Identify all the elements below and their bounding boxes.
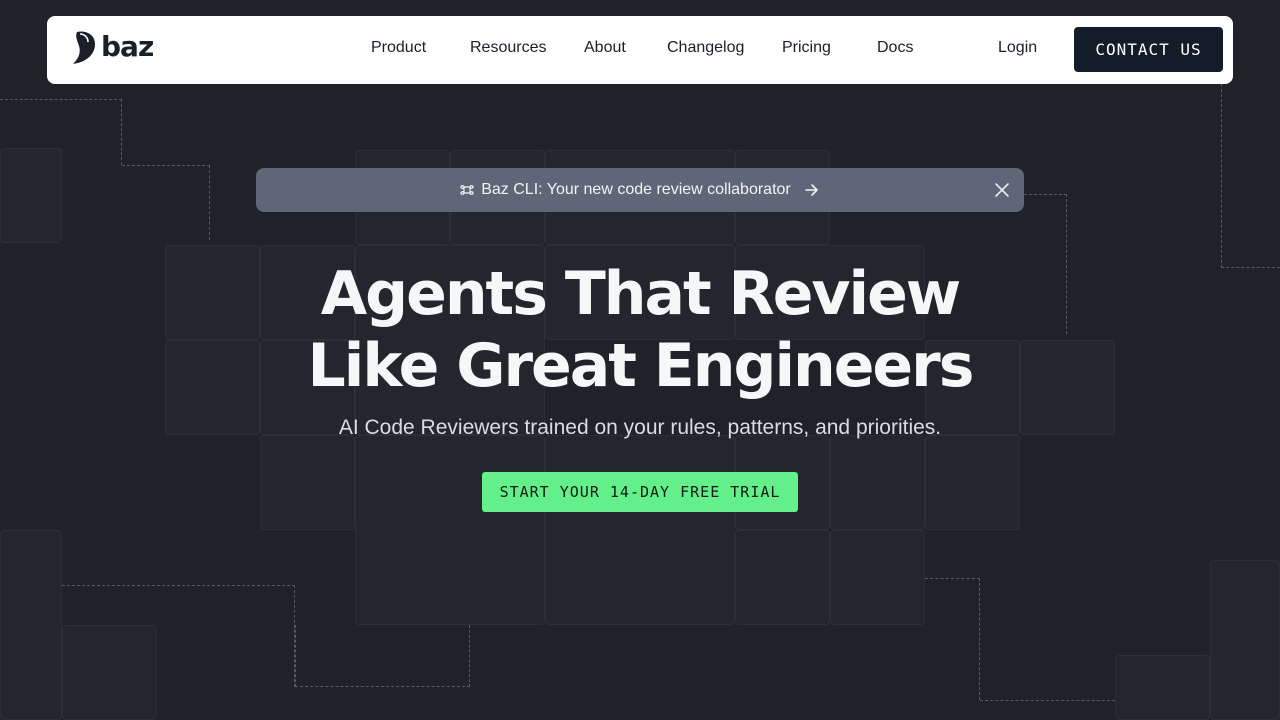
- logo-text: baz: [101, 30, 154, 63]
- nav-resources[interactable]: Resources: [470, 39, 546, 57]
- bg-dashed-line: [295, 625, 470, 687]
- arrow-right-icon: [804, 184, 818, 196]
- announcement-banner: Baz CLI: Your new code review collaborat…: [256, 168, 1024, 212]
- hero-subtitle: AI Code Reviewers trained on your rules,…: [338, 416, 942, 439]
- bg-dashed-line: [1221, 84, 1280, 268]
- bg-tile: [1210, 560, 1280, 720]
- nav-docs[interactable]: Docs: [877, 39, 913, 57]
- bg-tile: [0, 530, 62, 720]
- bg-dashed-line: [0, 99, 122, 165]
- bg-tile: [355, 435, 545, 625]
- bg-tile: [830, 435, 925, 530]
- nav-pricing[interactable]: Pricing: [782, 39, 831, 57]
- login-link[interactable]: Login: [998, 39, 1037, 57]
- top-navbar: baz Product Resources About Changelog Pr…: [47, 16, 1233, 84]
- hero-title-line-1: Agents That Review: [320, 259, 961, 329]
- nav-about[interactable]: About: [584, 39, 626, 57]
- hero-title-line-2: Like Great Engineers: [307, 331, 975, 401]
- close-icon[interactable]: [992, 180, 1012, 200]
- bg-tile: [545, 435, 735, 625]
- bg-dashed-line: [925, 578, 980, 700]
- bird-logo-icon: [73, 31, 95, 64]
- banner-text: Baz CLI: Your new code review collaborat…: [481, 181, 791, 198]
- bg-tile: [0, 148, 62, 243]
- bg-tile: [735, 530, 830, 625]
- banner-link[interactable]: Baz CLI: Your new code review collaborat…: [459, 181, 821, 199]
- bg-tile: [260, 435, 355, 530]
- nav-changelog[interactable]: Changelog: [667, 39, 744, 57]
- bg-dashed-line: [122, 165, 210, 240]
- bg-tile: [62, 625, 157, 720]
- bg-tile: [830, 530, 925, 625]
- bg-dashed-line: [62, 585, 295, 687]
- hero-title: Agents That Review Like Great Engineers: [0, 258, 1280, 402]
- baz-logo[interactable]: baz: [71, 28, 154, 66]
- bg-dashed-line: [980, 700, 1115, 701]
- bg-tile: [1115, 655, 1210, 720]
- contact-us-button[interactable]: CONTACT US: [1074, 27, 1223, 72]
- nav-product[interactable]: Product: [371, 39, 426, 57]
- command-key-icon: [460, 185, 474, 195]
- start-free-trial-button[interactable]: START YOUR 14-DAY FREE TRIAL: [482, 472, 798, 512]
- bg-tile: [925, 435, 1020, 530]
